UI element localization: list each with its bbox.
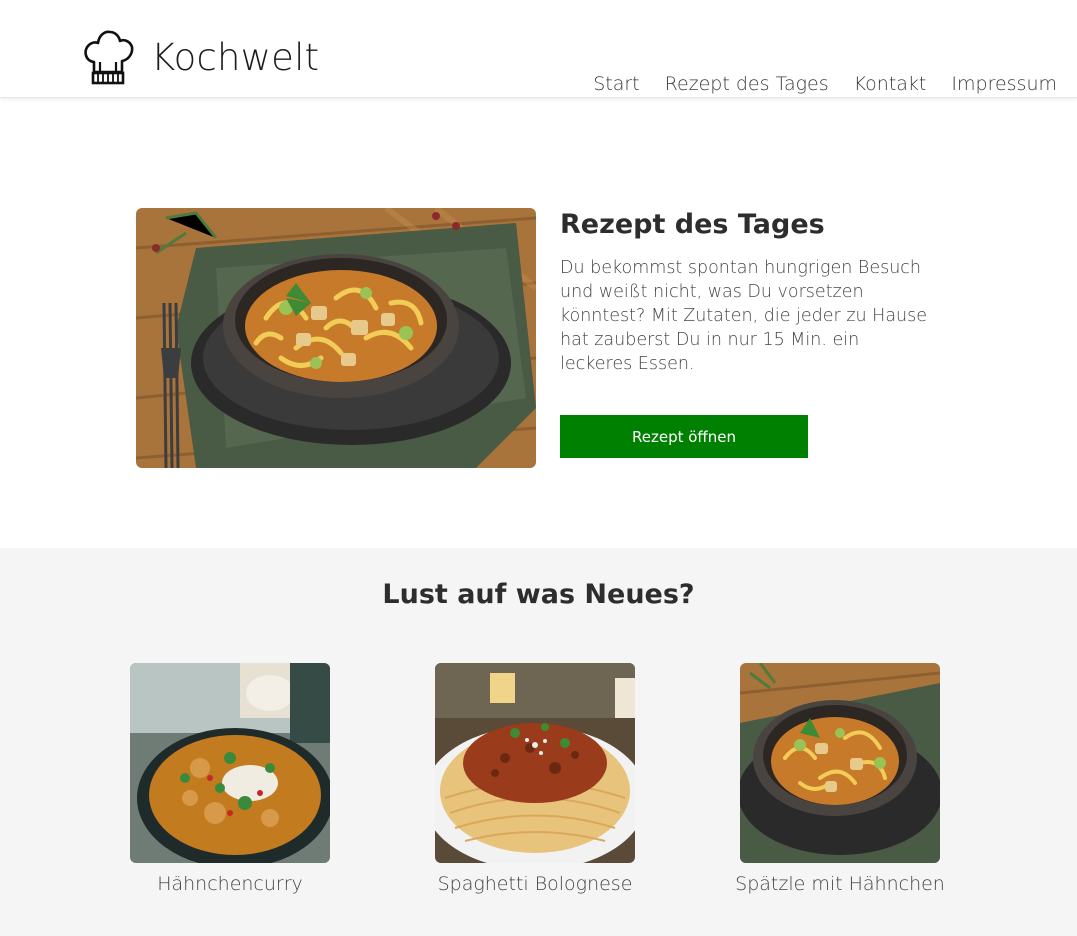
- recipe-card-bolognese[interactable]: Spaghetti Bolognese: [405, 663, 665, 895]
- recipe-label-spaetzle[interactable]: Spätzle mit Hähnchen: [710, 873, 970, 895]
- logo-text: Kochwelt: [151, 35, 320, 79]
- recipe-card-spaetzle[interactable]: Spätzle mit Hähnchen: [710, 663, 970, 895]
- recipe-image-bolognese[interactable]: [435, 663, 635, 863]
- nav-start[interactable]: Start: [593, 73, 639, 95]
- hero-description: Du bekommst spontan hungrigen Besuch und…: [560, 258, 928, 374]
- recipe-image-curry[interactable]: [130, 663, 330, 863]
- chef-hat-icon: [84, 30, 134, 85]
- logo[interactable]: Kochwelt: [82, 28, 319, 86]
- hero-recipe-image[interactable]: [136, 208, 536, 468]
- new-recipes-section: Lust auf was Neues? Hähnchencurry Spaghe…: [0, 548, 1077, 936]
- nav-impressum[interactable]: Impressum: [951, 73, 1057, 95]
- recipe-label-curry[interactable]: Hähnchencurry: [100, 873, 360, 895]
- recipe-label-bolognese[interactable]: Spaghetti Bolognese: [405, 873, 665, 895]
- section-title: Lust auf was Neues?: [382, 579, 695, 610]
- nav-rezept-des-tages[interactable]: Rezept des Tages: [665, 73, 829, 95]
- recipe-card-curry[interactable]: Hähnchencurry: [100, 663, 360, 895]
- open-recipe-button[interactable]: Rezept öffnen: [560, 415, 808, 458]
- hero-title: Rezept des Tages: [560, 209, 825, 240]
- site-header: Kochwelt Start Rezept des Tages Kontakt …: [0, 0, 1077, 98]
- recipe-image-spaetzle[interactable]: [740, 663, 940, 863]
- main-nav: Start Rezept des Tages Kontakt Impressum: [593, 73, 1057, 95]
- nav-kontakt[interactable]: Kontakt: [854, 73, 927, 95]
